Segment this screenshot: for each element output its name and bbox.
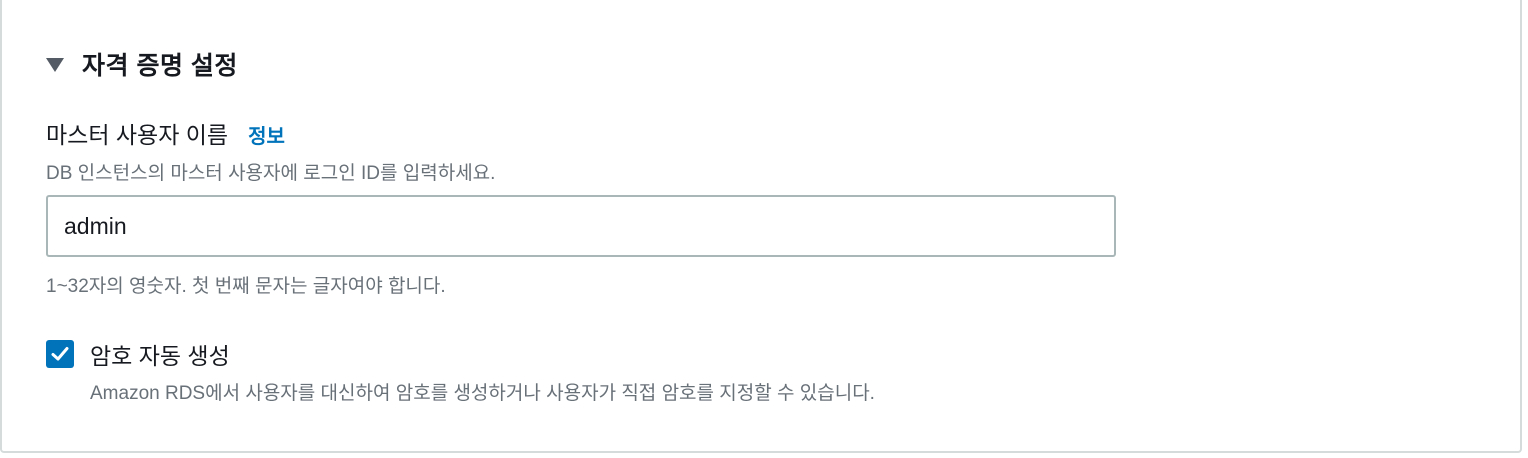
master-username-input[interactable] bbox=[46, 195, 1116, 257]
auto-generate-password-description: Amazon RDS에서 사용자를 대신하여 암호를 생성하거나 사용자가 직접… bbox=[90, 383, 875, 404]
section-title: 자격 증명 설정 bbox=[82, 52, 238, 80]
master-username-label-row: 마스터 사용자 이름 정보 bbox=[46, 116, 285, 150]
auto-generate-password-label: 암호 자동 생성 bbox=[90, 343, 230, 369]
section-toggle-credentials[interactable]: 자격 증명 설정 bbox=[46, 46, 238, 82]
master-username-description: DB 인스턴스의 마스터 사용자에 로그인 ID를 입력하세요. bbox=[46, 163, 496, 184]
auto-generate-password-checkbox[interactable] bbox=[46, 340, 74, 368]
info-link[interactable]: 정보 bbox=[248, 120, 285, 149]
master-username-constraint: 1~32자의 영숫자. 첫 번째 문자는 글자여야 합니다. bbox=[46, 276, 446, 297]
checkmark-icon bbox=[51, 347, 69, 361]
auto-generate-password-option[interactable]: 암호 자동 생성 bbox=[46, 337, 230, 371]
caret-down-icon bbox=[46, 58, 64, 72]
master-username-label: 마스터 사용자 이름 bbox=[46, 122, 229, 148]
credentials-settings-panel: 자격 증명 설정 마스터 사용자 이름 정보 DB 인스턴스의 마스터 사용자에… bbox=[0, 0, 1522, 453]
